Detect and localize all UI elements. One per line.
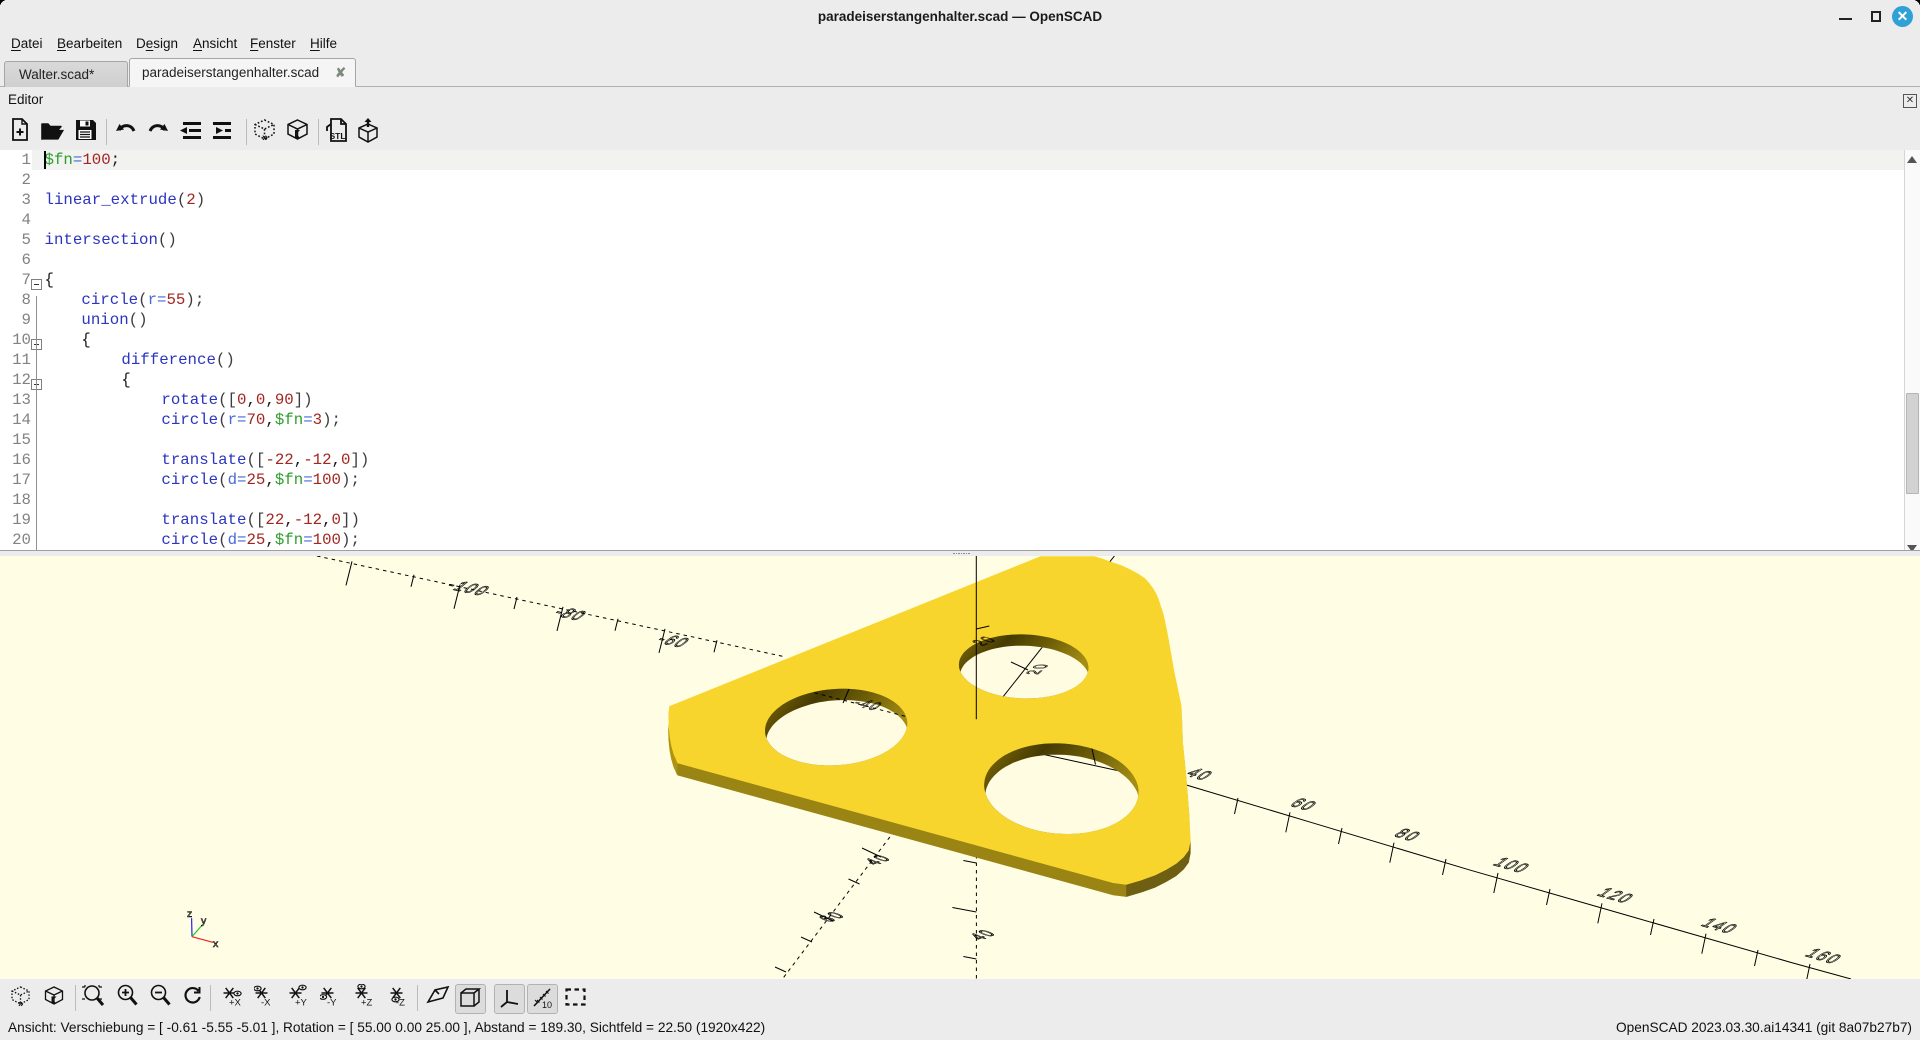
- svg-text:x: x: [213, 938, 219, 950]
- svg-text:10: 10: [542, 1000, 552, 1010]
- svg-text:y: y: [201, 915, 207, 927]
- svg-text:»: »: [18, 999, 24, 1009]
- svg-text:STL: STL: [330, 131, 346, 141]
- svg-text:+X: +X: [229, 998, 242, 1009]
- svg-text:-X: -X: [261, 998, 271, 1009]
- svg-text:z: z: [187, 908, 192, 920]
- svg-text:»: »: [262, 132, 268, 143]
- svg-text:+Z: +Z: [361, 998, 373, 1009]
- svg-text:+Y: +Y: [295, 998, 308, 1009]
- svg-text:-Z: -Z: [396, 998, 405, 1009]
- svg-text:-Y: -Y: [327, 998, 337, 1009]
